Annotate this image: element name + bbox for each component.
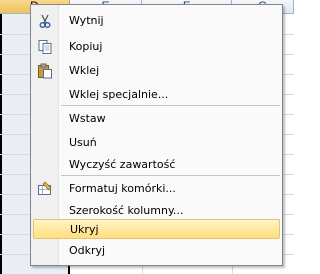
copy-icon — [37, 39, 53, 55]
menu-item-label: Wstaw — [69, 112, 106, 125]
menu-item-insert[interactable]: Wstaw — [33, 109, 280, 129]
menu-item-label: Ukryj — [70, 223, 99, 236]
menu-item-label: Wklej — [69, 64, 100, 77]
menu-item-label: Odkryj — [69, 244, 106, 257]
menu-item-label: Szerokość kolumny... — [69, 204, 184, 217]
format-cells-icon — [37, 181, 53, 197]
menu-item-label: Formatuj komórki... — [69, 182, 176, 195]
menu-item-label: Wytnij — [69, 14, 104, 27]
menu-item-label: Wyczyść zawartość — [69, 158, 176, 171]
menu-separator — [61, 105, 280, 106]
menu-item-hide[interactable]: Ukryj — [33, 219, 280, 239]
menu-item-paste-special[interactable]: Wklej specjalnie... — [33, 85, 280, 105]
menu-separator — [61, 175, 280, 176]
paste-icon — [37, 63, 53, 79]
menu-item-label: Kopiuj — [69, 40, 103, 53]
context-menu: Wytnij Kopiuj Wklej Wklej specjalnie... … — [30, 4, 283, 266]
menu-item-cut[interactable]: Wytnij — [33, 11, 280, 31]
menu-item-delete[interactable]: Usuń — [33, 133, 280, 153]
menu-item-paste[interactable]: Wklej — [33, 61, 280, 81]
scissors-icon — [37, 13, 53, 29]
menu-item-format-cells[interactable]: Formatuj komórki... — [33, 179, 280, 199]
menu-item-label: Usuń — [69, 136, 97, 149]
menu-item-unhide[interactable]: Odkryj — [33, 241, 280, 261]
menu-item-clear-contents[interactable]: Wyczyść zawartość — [33, 155, 280, 175]
menu-item-copy[interactable]: Kopiuj — [33, 37, 280, 57]
menu-item-column-width[interactable]: Szerokość kolumny... — [33, 201, 280, 221]
menu-item-label: Wklej specjalnie... — [69, 88, 169, 101]
